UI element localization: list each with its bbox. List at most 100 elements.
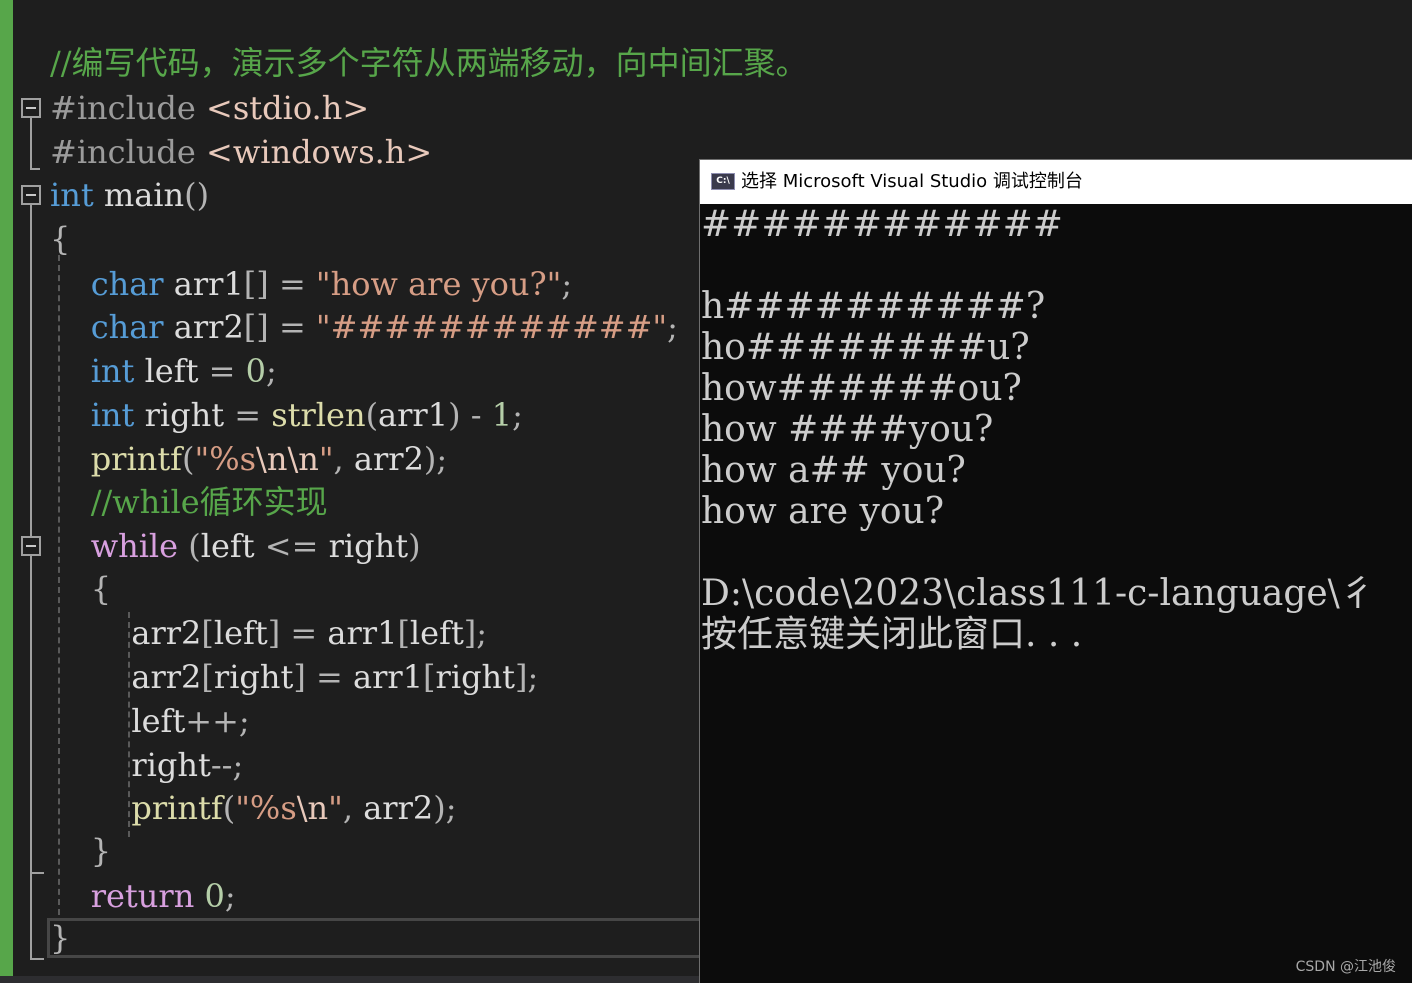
watermark: CSDN @江池俊 [1295, 959, 1396, 975]
code-line[interactable]: char arr1[] = "how are you?"; [50, 262, 572, 306]
code-line[interactable]: arr2[right] = arr1[right]; [50, 655, 538, 699]
code-token: ( [365, 396, 379, 434]
code-token: ; [265, 352, 277, 390]
code-line[interactable]: int right = strlen(arr1) - 1; [50, 393, 523, 437]
code-token: //编写代码，演示多个字符从两端移动，向中间汇聚。 [50, 44, 808, 82]
console-line: 按任意键关闭此窗口. . . [701, 614, 1083, 655]
current-line-highlight [47, 918, 707, 958]
code-line[interactable]: int main() [50, 173, 209, 217]
code-token: --; [210, 746, 244, 784]
code-token: ]; [515, 658, 539, 696]
console-line: h##########? [701, 286, 1046, 327]
code-token: left [131, 702, 186, 740]
code-token: } [50, 919, 71, 957]
code-token: arr2 [163, 308, 244, 346]
code-token: " [318, 440, 334, 478]
code-token: 0 [245, 352, 266, 390]
code-line[interactable]: #include <windows.h> [50, 130, 432, 174]
code-token: ; [561, 265, 573, 303]
collapse-while-icon[interactable] [21, 536, 41, 556]
code-token: printf [90, 440, 183, 478]
code-token: char [90, 265, 164, 303]
code-line[interactable]: int left = 0; [50, 349, 277, 393]
console-line: ############ [701, 204, 1063, 245]
code-token: int [90, 396, 135, 434]
horizontal-scrollbar[interactable] [0, 976, 700, 983]
fold-line-includes [30, 118, 32, 170]
code-token: right [328, 527, 409, 565]
code-token: ( [178, 527, 201, 565]
console-line: how ####you? [701, 409, 994, 450]
code-token: arr2 [131, 614, 202, 652]
code-token: left [409, 614, 464, 652]
code-token: right [213, 658, 294, 696]
code-token: arr1 [378, 396, 449, 434]
code-token: "%s [194, 440, 257, 478]
code-token: while [90, 527, 179, 565]
code-token: left [200, 527, 265, 565]
code-token: arr1 [327, 614, 398, 652]
code-line[interactable]: printf("%s\n", arr2); [50, 786, 456, 830]
collapse-main-icon[interactable] [21, 185, 41, 205]
code-token: ; [667, 308, 678, 346]
console-line: how are you? [701, 491, 945, 532]
code-token: "%s [235, 789, 297, 827]
code-line[interactable]: } [50, 916, 70, 960]
code-token: main [93, 176, 185, 214]
code-line[interactable]: arr2[left] = arr1[left]; [50, 611, 487, 655]
code-token: arr2 [363, 789, 434, 827]
code-token: ); [433, 789, 457, 827]
code-line[interactable]: //while循环实现 [50, 480, 328, 524]
console-titlebar[interactable]: C:\ 选择 Microsoft Visual Studio 调试控制台 [700, 160, 1412, 204]
code-token: arr1 [163, 265, 244, 303]
code-line[interactable]: { [50, 217, 70, 261]
code-line[interactable]: left++; [50, 699, 250, 743]
code-token: #include [50, 133, 207, 171]
code-token: char [90, 308, 164, 346]
code-line[interactable]: char arr2[] = "############"; [50, 305, 678, 349]
code-line[interactable]: #include <stdio.h> [50, 86, 369, 130]
code-token: \n\n [256, 440, 319, 478]
code-line[interactable]: return 0; [50, 874, 236, 918]
fold-line-main [30, 205, 32, 960]
console-line: ho########u? [701, 327, 1030, 368]
code-token: <stdio.h> [206, 89, 370, 127]
fold-line-main-end [30, 958, 44, 960]
debug-console-window[interactable]: C:\ 选择 Microsoft Visual Studio 调试控制台 ###… [699, 159, 1412, 983]
code-token: #include [50, 89, 207, 127]
code-token: [ [201, 614, 214, 652]
code-token: ]; [463, 614, 488, 652]
code-token: ++; [185, 702, 250, 740]
code-token: "############" [315, 308, 668, 346]
code-token: ; [512, 396, 523, 434]
code-line[interactable]: right--; [50, 743, 243, 787]
code-line[interactable]: //编写代码，演示多个字符从两端移动，向中间汇聚。 [50, 41, 808, 85]
code-token: return [90, 877, 195, 915]
console-app-icon: C:\ [711, 173, 735, 190]
code-line[interactable]: printf("%s\n\n", arr2); [50, 437, 448, 481]
code-token: [ [423, 658, 436, 696]
code-token: arr2 [353, 440, 424, 478]
code-token: = [268, 308, 316, 346]
code-token: printf [131, 789, 223, 827]
code-line[interactable]: } [50, 829, 111, 873]
code-line[interactable]: { [50, 567, 111, 611]
code-token: [] [243, 265, 269, 303]
collapse-includes-icon[interactable] [21, 98, 41, 118]
code-token: { [90, 570, 112, 608]
code-token: "how are you?" [315, 265, 562, 303]
console-line: D:\code\2023\class111-c-language\彳 [701, 573, 1376, 614]
code-line[interactable]: while (left <= right) [50, 524, 421, 568]
